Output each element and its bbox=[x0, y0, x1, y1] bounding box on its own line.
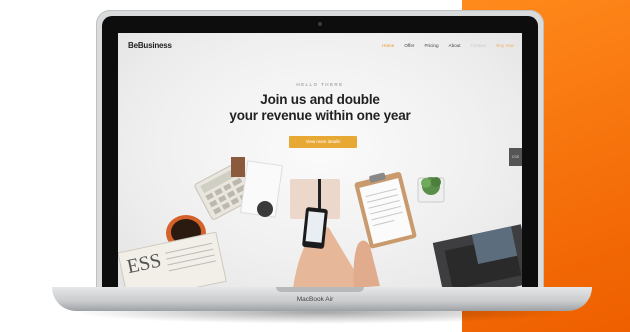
nav-item-contact[interactable]: Contact bbox=[471, 43, 487, 48]
nav-item-about[interactable]: About bbox=[449, 43, 461, 48]
device-brand-label: MacBook Air bbox=[296, 296, 334, 303]
view-details-button[interactable]: View more details bbox=[289, 136, 357, 148]
hero-headline-line-1: Join us and double bbox=[260, 92, 380, 107]
nav-menu: Home Offer Pricing About Contact Buy now bbox=[382, 43, 514, 48]
site-logo[interactable]: BeBusiness bbox=[128, 41, 172, 50]
nav-item-pricing[interactable]: Pricing bbox=[424, 43, 438, 48]
side-tab[interactable]: CSS bbox=[509, 148, 522, 166]
clipboard-illustration bbox=[354, 172, 417, 249]
keyboard-illustration bbox=[432, 224, 522, 288]
camera-icon bbox=[318, 22, 322, 26]
laptop-hinge-notch bbox=[276, 287, 364, 292]
laptop-screen: ESS BeBusiness Home Offer Pricing About … bbox=[118, 33, 522, 288]
plant-illustration bbox=[417, 177, 445, 203]
hero-eyebrow: HELLO THERE bbox=[296, 82, 344, 87]
site-navbar: BeBusiness Home Offer Pricing About Cont… bbox=[118, 33, 522, 59]
nav-item-home[interactable]: Home bbox=[382, 43, 394, 48]
nav-item-buy-now[interactable]: Buy now bbox=[496, 43, 514, 48]
hero-headline: Join us and double your revenue within o… bbox=[118, 92, 522, 123]
desk-illustration: ESS bbox=[118, 157, 522, 288]
nav-item-offer[interactable]: Offer bbox=[404, 43, 414, 48]
hero-background-scene: ESS bbox=[118, 33, 522, 288]
hero-headline-line-2: your revenue within one year bbox=[229, 107, 411, 123]
